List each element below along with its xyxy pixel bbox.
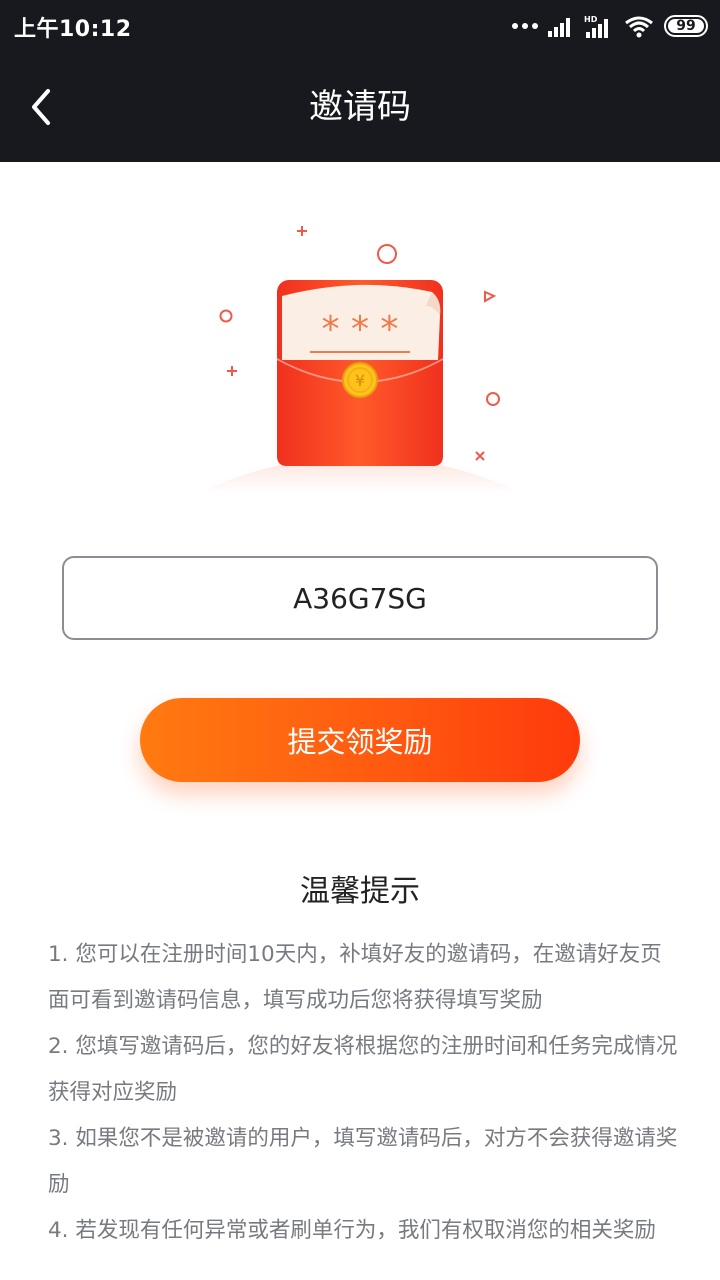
more-dots-icon [512, 23, 538, 29]
tip-item: 3. 如果您不是被邀请的用户，填写邀请码后，对方不会获得邀请奖励 [48, 1126, 678, 1197]
status-bar: 上午10:12 HD 99 [0, 0, 720, 52]
svg-text:HD: HD [584, 15, 598, 24]
coin-symbol: ¥ [355, 371, 365, 390]
submit-reward-button[interactable]: 提交领奖励 [140, 698, 580, 782]
envelope-stars: * * * [322, 309, 399, 350]
hd-signal-icon: HD [584, 15, 608, 38]
tip-item: 2. 您填写邀请码后，您的好友将根据您的注册时间和任务完成情况获得对应奖励 [48, 1034, 678, 1105]
page-title: 邀请码 [309, 87, 411, 127]
tip-item: 4. 若发现有任何异常或者刷单行为，我们有权取消您的相关奖励 [48, 1218, 656, 1243]
status-icons: HD 99 [512, 12, 708, 40]
red-envelope-illustration: * * * ¥ [200, 226, 520, 492]
nav-bar: 邀请码 [0, 52, 720, 162]
tip-item: 1. 您可以在注册时间10天内，补填好友的邀请码，在邀请好友页面可看到邀请码信息… [48, 942, 662, 1013]
tips-list: 1. 您可以在注册时间10天内，补填好友的邀请码，在邀请好友页面可看到邀请码信息… [48, 932, 678, 1254]
tips-title: 温馨提示 [300, 874, 420, 909]
battery-level: 99 [676, 18, 696, 34]
signal-icon [548, 18, 570, 37]
invite-code-input[interactable] [62, 556, 658, 640]
status-time: 上午10:12 [14, 17, 132, 42]
wifi-icon [625, 16, 653, 38]
battery-icon: 99 [664, 15, 708, 37]
